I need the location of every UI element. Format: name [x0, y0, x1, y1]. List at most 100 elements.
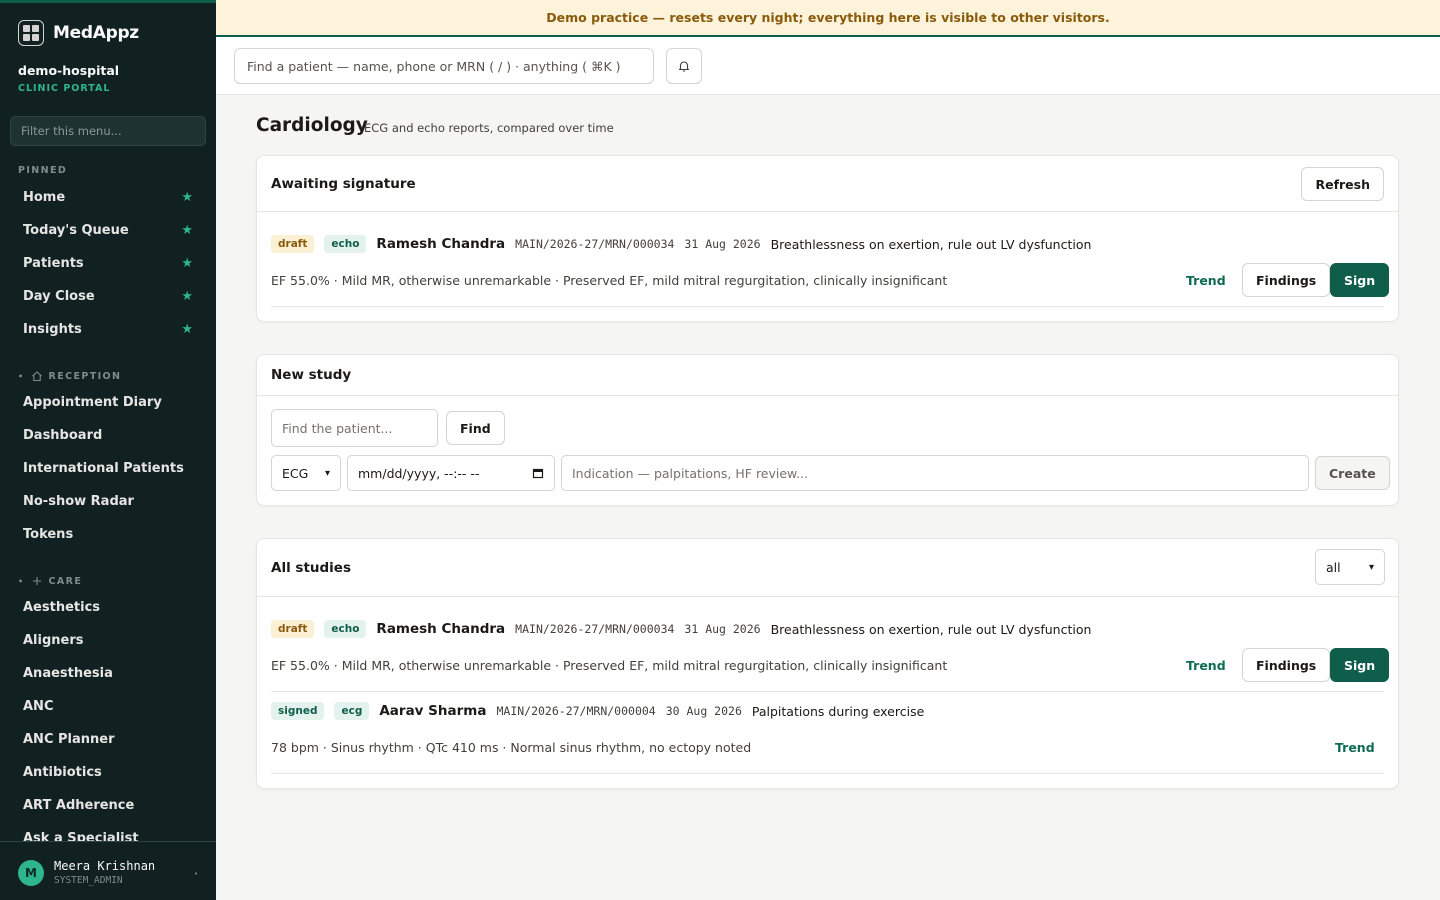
brand[interactable]: MedAppz: [18, 20, 139, 46]
collapse-dot-icon: •: [18, 371, 25, 381]
avatar: M: [18, 859, 44, 886]
sidebar-item-label: Ask a Specialist: [23, 830, 139, 842]
trend-link[interactable]: Trend: [1335, 740, 1375, 755]
star-icon[interactable]: ★: [181, 289, 193, 304]
type-badge: echo: [324, 235, 367, 253]
sidebar-item-no-show-radar[interactable]: No-show Radar: [10, 486, 206, 516]
calendar-icon[interactable]: [532, 467, 544, 479]
sidebar-item-antibiotics[interactable]: Antibiotics: [10, 757, 206, 787]
study-indication: Breathlessness on exertion, rule out LV …: [770, 236, 1092, 252]
trend-link[interactable]: Trend: [1186, 658, 1226, 673]
study-date: 30 Aug 2026: [665, 704, 742, 718]
findings-button[interactable]: Findings: [1242, 263, 1331, 297]
sidebar-item-label: Aesthetics: [23, 599, 101, 615]
study-row[interactable]: draft echo Ramesh Chandra MAIN/2026-27/M…: [271, 620, 1091, 638]
sidebar-item-label: Day Close: [23, 288, 95, 304]
sidebar-item-todays-queue[interactable]: Today's Queue ★: [10, 215, 206, 245]
find-button[interactable]: Find: [446, 411, 505, 445]
patient-search-input[interactable]: [234, 48, 654, 84]
sign-button[interactable]: Sign: [1330, 648, 1390, 682]
home-icon: [31, 371, 42, 382]
card-header: Awaiting signature Refresh: [257, 156, 1398, 212]
patient-mrn: MAIN/2026-27/MRN/000034: [515, 237, 675, 251]
sidebar-item-label: Home: [23, 189, 66, 205]
sidebar-item-anc-planner[interactable]: ANC Planner: [10, 724, 206, 754]
create-button[interactable]: Create: [1315, 456, 1390, 490]
study-datetime-input[interactable]: mm/dd/yyyy, --:-- --: [347, 455, 555, 491]
star-icon[interactable]: ★: [181, 322, 193, 337]
study-row[interactable]: signed ecg Aarav Sharma MAIN/2026-27/MRN…: [271, 702, 924, 720]
study-findings: EF 55.0% · Mild MR, otherwise unremarkab…: [271, 273, 948, 288]
sidebar-item-label: No-show Radar: [23, 493, 134, 509]
type-badge: echo: [324, 620, 367, 638]
patient-find-input[interactable]: [271, 409, 438, 447]
collapse-dot-icon: •: [18, 576, 25, 586]
card-title: New study: [271, 367, 352, 383]
topbar: [216, 37, 1440, 95]
study-date: 31 Aug 2026: [684, 237, 761, 251]
section-care[interactable]: • CARE: [18, 575, 82, 587]
user-role: SYSTEM_ADMIN: [54, 875, 123, 886]
sidebar-item-day-close[interactable]: Day Close ★: [10, 281, 206, 311]
sign-button[interactable]: Sign: [1330, 263, 1390, 297]
study-indication: Palpitations during exercise: [751, 703, 925, 719]
tenant-subtitle: CLINIC PORTAL: [18, 83, 111, 94]
star-icon[interactable]: ★: [181, 223, 193, 238]
status-filter-value: all: [1326, 559, 1341, 575]
patient-name[interactable]: Ramesh Chandra: [376, 621, 505, 637]
patient-name[interactable]: Aarav Sharma: [379, 703, 486, 719]
study-date: 31 Aug 2026: [684, 622, 761, 636]
modality-select[interactable]: ECG ▾: [271, 455, 341, 491]
sidebar-item-insights[interactable]: Insights ★: [10, 314, 206, 344]
section-pinned: PINNED: [18, 165, 67, 176]
datetime-placeholder: mm/dd/yyyy, --:-- --: [358, 465, 480, 481]
card-header: New study: [257, 355, 1398, 396]
notifications-button[interactable]: [666, 48, 702, 84]
sidebar-item-patients[interactable]: Patients ★: [10, 248, 206, 278]
sidebar-item-dashboard[interactable]: Dashboard: [10, 420, 206, 450]
star-icon[interactable]: ★: [181, 190, 193, 205]
status-badge: draft: [271, 620, 315, 638]
findings-button[interactable]: Findings: [1242, 648, 1331, 682]
patient-name[interactable]: Ramesh Chandra: [376, 236, 505, 252]
sidebar-item-label: Antibiotics: [23, 764, 102, 780]
status-badge: signed: [271, 702, 325, 720]
tenant-name: demo-hospital: [18, 63, 120, 78]
sidebar-item-aesthetics[interactable]: Aesthetics: [10, 592, 206, 622]
chevron-down-icon: ▾: [1368, 561, 1374, 573]
user-menu[interactable]: M Meera Krishnan SYSTEM_ADMIN •: [0, 841, 216, 900]
star-icon[interactable]: ★: [181, 256, 193, 271]
sidebar-item-label: ART Adherence: [23, 797, 135, 813]
sidebar-item-art-adherence[interactable]: ART Adherence: [10, 790, 206, 820]
sidebar-item-appointment-diary[interactable]: Appointment Diary: [10, 387, 206, 417]
study-row[interactable]: draft echo Ramesh Chandra MAIN/2026-27/M…: [271, 235, 1091, 253]
page-subtitle: ECG and echo reports, compared over time: [364, 121, 614, 135]
card-title: Awaiting signature: [271, 176, 416, 192]
section-reception-label: RECEPTION: [48, 370, 122, 382]
study-findings: EF 55.0% · Mild MR, otherwise unremarkab…: [271, 658, 948, 673]
demo-banner: Demo practice — resets every night; ever…: [216, 0, 1440, 37]
sidebar-item-label: Today's Queue: [23, 222, 129, 238]
sidebar-item-international-patients[interactable]: International Patients: [10, 453, 206, 483]
menu-filter-input[interactable]: [10, 116, 206, 146]
card-title: All studies: [271, 560, 351, 576]
type-badge: ecg: [334, 702, 370, 720]
sidebar-item-anaesthesia[interactable]: Anaesthesia: [10, 658, 206, 688]
sidebar-item-label: Insights: [23, 321, 82, 337]
all-studies-card: All studies all ▾ draft echo Ramesh Chan…: [256, 538, 1399, 789]
modality-value: ECG: [282, 465, 309, 481]
sidebar-item-home[interactable]: Home ★: [10, 182, 206, 212]
indication-input[interactable]: [561, 455, 1309, 491]
sidebar-item-ask-a-specialist[interactable]: Ask a Specialist: [10, 823, 206, 842]
sidebar-item-tokens[interactable]: Tokens: [10, 519, 206, 549]
refresh-button[interactable]: Refresh: [1301, 167, 1384, 201]
sidebar-item-aligners[interactable]: Aligners: [10, 625, 206, 655]
user-name: Meera Krishnan: [54, 859, 156, 873]
sidebar-item-label: Patients: [23, 255, 84, 271]
sidebar-item-anc[interactable]: ANC: [10, 691, 206, 721]
status-filter-select[interactable]: all ▾: [1315, 549, 1385, 585]
chevron-icon: •: [193, 870, 198, 878]
section-reception[interactable]: • RECEPTION: [18, 370, 121, 382]
logo-icon: [18, 20, 44, 46]
trend-link[interactable]: Trend: [1186, 273, 1226, 288]
